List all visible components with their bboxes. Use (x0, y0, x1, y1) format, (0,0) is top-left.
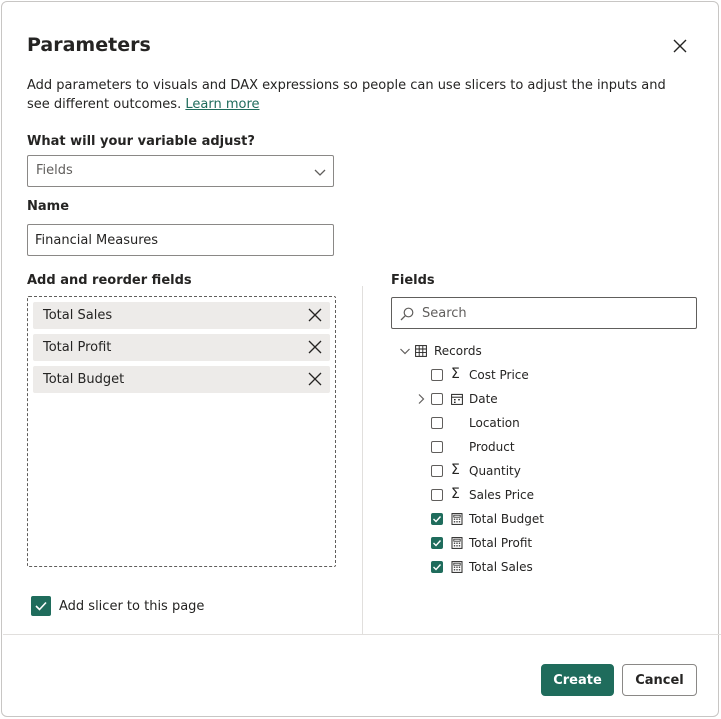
fields-label: Fields (391, 273, 435, 288)
field-checkbox-quantity[interactable] (431, 465, 443, 477)
fields-search[interactable] (391, 297, 697, 329)
adjust-label: What will your variable adjust? (27, 134, 255, 149)
checkmark-icon (433, 564, 442, 571)
remove-icon[interactable] (308, 372, 322, 386)
field-label-total-sales[interactable]: Total Sales (469, 560, 533, 574)
field-checkbox-total-budget[interactable] (431, 513, 443, 525)
checkmark-icon (433, 516, 442, 523)
field-label-sales-price[interactable]: Sales Price (469, 488, 534, 502)
field-checkbox-sales-price[interactable] (431, 489, 443, 501)
name-input[interactable] (27, 224, 334, 256)
checkmark-icon (433, 540, 442, 547)
calculator-icon (451, 513, 463, 525)
field-checkbox-product[interactable] (431, 441, 443, 453)
cancel-button[interactable]: Cancel (622, 664, 697, 696)
field-chip-total-budget[interactable]: Total Budget (33, 366, 330, 393)
field-checkbox-cost-price[interactable] (431, 369, 443, 381)
calendar-icon (451, 393, 463, 405)
chevron-right-icon[interactable] (415, 393, 427, 405)
sigma-icon: Σ (451, 486, 460, 502)
field-label-cost-price[interactable]: Cost Price (469, 368, 529, 382)
description-text: Add parameters to visuals and DAX expres… (27, 78, 666, 112)
close-icon (673, 39, 687, 53)
remove-icon[interactable] (308, 340, 322, 354)
dialog-description: Add parameters to visuals and DAX expres… (27, 76, 687, 114)
field-checkbox-location[interactable] (431, 417, 443, 429)
table-name-records[interactable]: Records (434, 344, 482, 358)
adjust-select-value: Fields (36, 163, 73, 178)
adjust-select[interactable]: Fields (27, 155, 334, 187)
add-slicer-label: Add slicer to this page (59, 599, 205, 614)
checkmark-icon (35, 601, 47, 611)
field-chip-total-profit[interactable]: Total Profit (33, 334, 330, 361)
search-input[interactable] (420, 300, 690, 326)
name-label: Name (27, 199, 70, 214)
field-checkbox-total-sales[interactable] (431, 561, 443, 573)
field-chip-total-sales[interactable]: Total Sales (33, 302, 330, 329)
chevron-down-icon (314, 169, 326, 176)
calculator-icon (451, 561, 463, 573)
parameters-dialog: Parameters Add parameters to visuals and… (1, 1, 721, 717)
sigma-icon: Σ (451, 462, 460, 478)
field-label-product[interactable]: Product (469, 440, 515, 454)
add-slicer-checkbox[interactable] (31, 596, 51, 616)
create-button[interactable]: Create (541, 664, 614, 696)
table-icon (415, 345, 427, 357)
field-label-location[interactable]: Location (469, 416, 520, 430)
column-divider (362, 286, 363, 634)
field-checkbox-date[interactable] (431, 393, 443, 405)
chip-label: Total Sales (43, 308, 113, 323)
field-label-date[interactable]: Date (469, 392, 498, 406)
reorder-fields-label: Add and reorder fields (27, 273, 192, 288)
field-label-total-profit[interactable]: Total Profit (469, 536, 532, 550)
field-label-total-budget[interactable]: Total Budget (469, 512, 544, 526)
field-checkbox-total-profit[interactable] (431, 537, 443, 549)
learn-more-link[interactable]: Learn more (185, 97, 259, 112)
footer-divider (3, 634, 721, 635)
chevron-down-icon[interactable] (399, 345, 411, 357)
close-button[interactable] (668, 34, 692, 58)
field-label-quantity[interactable]: Quantity (469, 464, 521, 478)
chip-label: Total Profit (43, 340, 112, 355)
remove-icon[interactable] (308, 308, 322, 322)
dialog-title: Parameters (27, 34, 151, 56)
fields-drop-zone[interactable]: Total Sales Total Profit Total Budget (27, 296, 336, 567)
sigma-icon: Σ (451, 366, 460, 382)
search-icon (400, 307, 414, 321)
calculator-icon (451, 537, 463, 549)
chip-label: Total Budget (43, 372, 125, 387)
